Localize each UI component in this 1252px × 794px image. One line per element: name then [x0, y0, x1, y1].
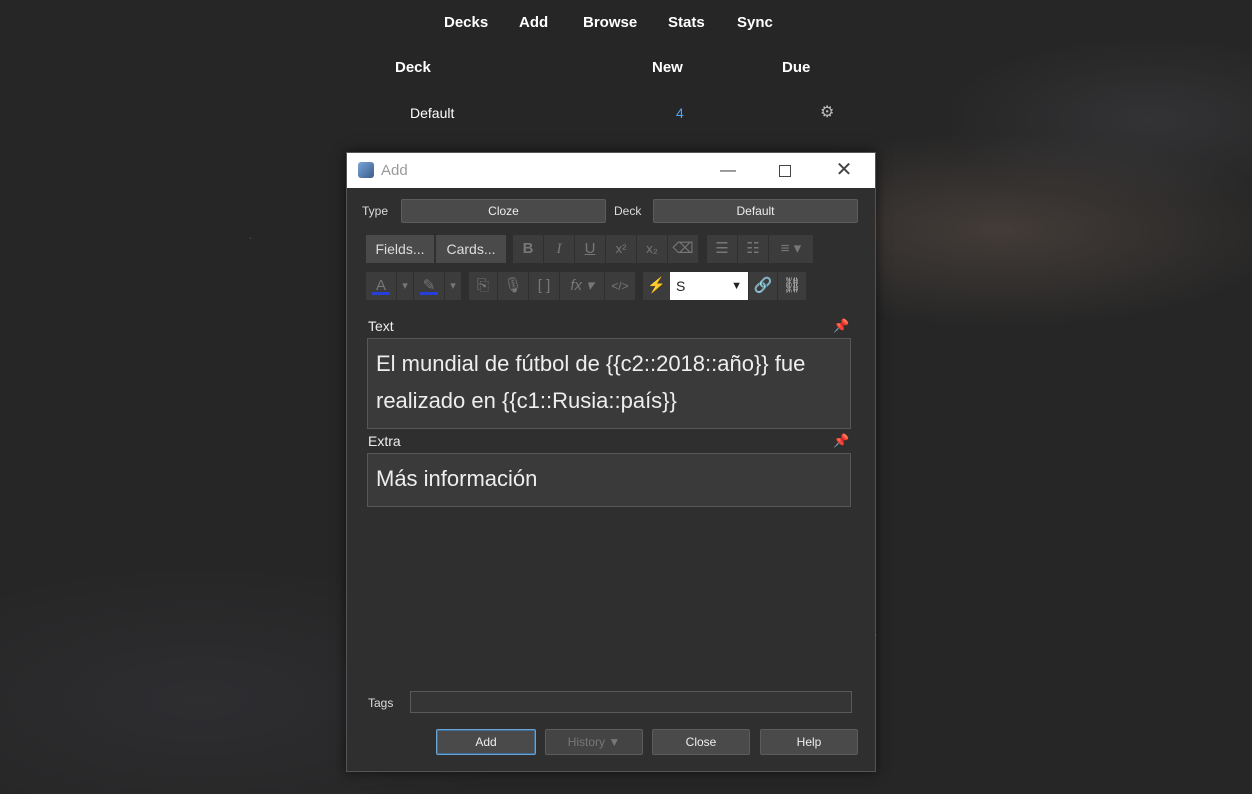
lightning-icon[interactable]: ⚡ — [643, 272, 670, 300]
cloze-brackets-icon[interactable]: [ ] — [529, 272, 559, 300]
numbered-list-icon[interactable]: ☷ — [738, 235, 768, 263]
editor-toolbar: Fields... Cards... B I U x² x₂ ⌫ ☰ ☷ ≡ ▾… — [361, 235, 859, 307]
deck-new-count: 4 — [676, 105, 684, 121]
fields-button[interactable]: Fields... — [366, 235, 434, 263]
text-field-label: Text — [368, 318, 394, 334]
minimize-icon[interactable]: — — [705, 153, 751, 188]
dialog-titlebar: Add — ✕ — [347, 153, 875, 188]
add-dialog: Add — ✕ Type Cloze Deck Default Fields..… — [346, 152, 876, 772]
bold-icon[interactable]: B — [513, 235, 543, 263]
pin-icon[interactable]: 📌 — [833, 318, 849, 334]
nav-decks[interactable]: Decks — [444, 14, 488, 31]
dialog-title: Add — [381, 162, 408, 179]
underline-icon[interactable]: U — [575, 235, 605, 263]
unlink-icon[interactable]: ⛓ — [778, 272, 806, 300]
type-label: Type — [362, 204, 389, 218]
superscript-icon[interactable]: x² — [606, 235, 636, 263]
due-column-header: Due — [782, 59, 811, 76]
maximize-icon[interactable] — [762, 153, 808, 188]
chevron-down-icon: ▼ — [731, 280, 742, 292]
help-button[interactable]: Help — [760, 729, 858, 755]
link-icon[interactable]: 🔗 — [749, 272, 777, 300]
anki-app-icon — [358, 162, 374, 178]
tags-input[interactable] — [410, 691, 852, 713]
subscript-icon[interactable]: x₂ — [637, 235, 667, 263]
deck-column-header: Deck — [395, 59, 431, 76]
font-size-value: S — [676, 278, 686, 294]
bullet-list-icon[interactable]: ☰ — [707, 235, 737, 263]
nav-stats[interactable]: Stats — [668, 14, 705, 31]
close-icon[interactable]: ✕ — [821, 153, 867, 188]
font-size-select[interactable]: S ▼ — [670, 272, 748, 300]
microphone-icon[interactable]: 🎙 — [498, 272, 528, 300]
tags-label: Tags — [368, 696, 394, 710]
text-color-dropdown-icon[interactable]: ▾ — [397, 272, 413, 300]
note-type-selector[interactable]: Cloze — [401, 199, 606, 223]
highlight-color-icon[interactable]: ✎ — [414, 272, 444, 300]
pin-icon[interactable]: 📌 — [833, 433, 849, 449]
align-dropdown-icon[interactable]: ≡ ▾ — [769, 235, 813, 263]
text-field-input[interactable]: El mundial de fútbol de {{c2::2018::año}… — [367, 338, 851, 429]
deck-selector[interactable]: Default — [653, 199, 858, 223]
math-function-icon[interactable]: fx ▾ — [560, 272, 604, 300]
deck-label: Deck — [614, 204, 642, 218]
top-nav: Decks Add Browse Stats Sync — [0, 14, 1252, 36]
text-color-icon[interactable]: A — [366, 272, 396, 300]
extra-field-input[interactable]: Más información — [367, 453, 851, 507]
extra-field-label: Extra — [368, 433, 401, 449]
deck-name-link[interactable]: Default — [410, 105, 454, 121]
history-button[interactable]: History ▼ — [545, 729, 643, 755]
html-editor-icon[interactable]: </> — [605, 272, 635, 300]
eraser-icon[interactable]: ⌫ — [668, 235, 698, 263]
gear-icon[interactable]: ⚙ — [820, 102, 834, 122]
close-button[interactable]: Close — [652, 729, 750, 755]
new-column-header: New — [652, 59, 683, 76]
add-button[interactable]: Add — [436, 729, 536, 755]
nav-add[interactable]: Add — [519, 14, 548, 31]
italic-icon[interactable]: I — [544, 235, 574, 263]
nav-browse[interactable]: Browse — [583, 14, 637, 31]
highlight-dropdown-icon[interactable]: ▾ — [445, 272, 461, 300]
cards-button[interactable]: Cards... — [436, 235, 506, 263]
nav-sync[interactable]: Sync — [737, 14, 773, 31]
attachment-icon[interactable]: ⎘ — [469, 272, 497, 300]
